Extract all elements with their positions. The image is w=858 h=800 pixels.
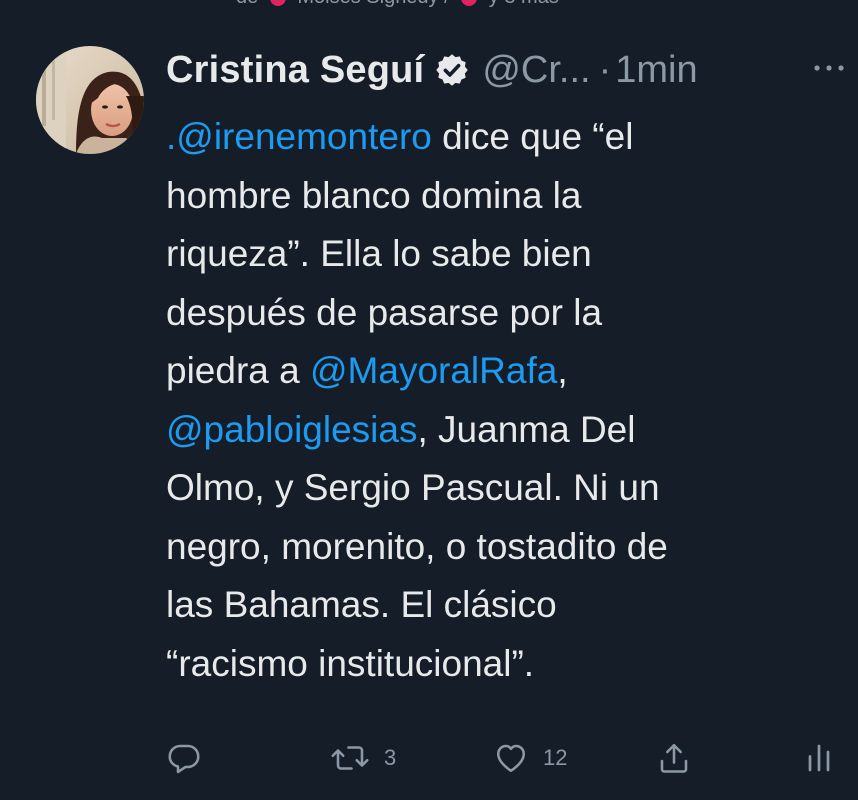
- display-name[interactable]: Cristina Seguí: [166, 49, 424, 92]
- mention-link[interactable]: .@irenemontero: [166, 116, 432, 157]
- mention-link[interactable]: @pabloiglesias: [166, 409, 417, 450]
- header-separator: ·: [598, 48, 612, 91]
- tweet-text: .@irenemontero dice que “el hombre blanc…: [166, 108, 846, 693]
- retweet-icon: [330, 740, 370, 776]
- tweet[interactable]: Cristina Seguí @Cr... · 1min .@irenemont…: [0, 0, 858, 800]
- text-span: , Juanma Del: [417, 408, 636, 450]
- like-count: 12: [543, 745, 568, 770]
- share-button[interactable]: [656, 730, 692, 786]
- tweet-text-line: .@irenemontero dice que “el: [166, 108, 846, 167]
- text-span: ,: [557, 350, 568, 391]
- tweet-text-line: piedra a @MayoralRafa,: [166, 342, 846, 401]
- tweet-text-line: hombre blanco domina la: [166, 174, 582, 216]
- tweet-text-line: después de pasarse por la: [166, 291, 603, 333]
- verified-badge-icon: [434, 52, 470, 88]
- text-span: piedra a: [166, 350, 310, 391]
- analytics-button[interactable]: [804, 730, 834, 786]
- analytics-icon: [804, 740, 834, 776]
- tweet-timestamp[interactable]: 1min: [615, 49, 697, 92]
- user-handle[interactable]: @Cr...: [482, 49, 590, 92]
- share-icon: [656, 740, 692, 776]
- retweet-count: 3: [384, 745, 397, 770]
- reply-button[interactable]: [166, 730, 216, 786]
- tweet-text-line: riqueza”. Ella lo sabe bien: [166, 233, 592, 274]
- tweet-actions: 3 12: [0, 730, 858, 786]
- text-span: dice que “el: [431, 116, 634, 157]
- mention-link[interactable]: @MayoralRafa: [310, 350, 557, 391]
- retweet-button[interactable]: 3: [330, 730, 396, 786]
- like-button[interactable]: 12: [493, 730, 567, 786]
- tweet-text-line: las Bahamas. El clásico: [166, 584, 557, 625]
- tweet-header: Cristina Seguí @Cr... · 1min: [166, 44, 698, 96]
- tweet-text-line: negro, morenito, o tostadito de: [166, 525, 668, 567]
- more-options-icon[interactable]: [812, 56, 846, 80]
- tweet-text-line: “racismo institucional”.: [166, 642, 535, 684]
- tweet-text-line: Olmo, y Sergio Pascual. Ni un: [166, 467, 660, 508]
- heart-icon: [493, 740, 529, 776]
- tweet-text-line: @pabloiglesias, Juanma Del: [166, 401, 846, 460]
- reply-icon: [166, 740, 202, 776]
- avatar[interactable]: [36, 46, 144, 154]
